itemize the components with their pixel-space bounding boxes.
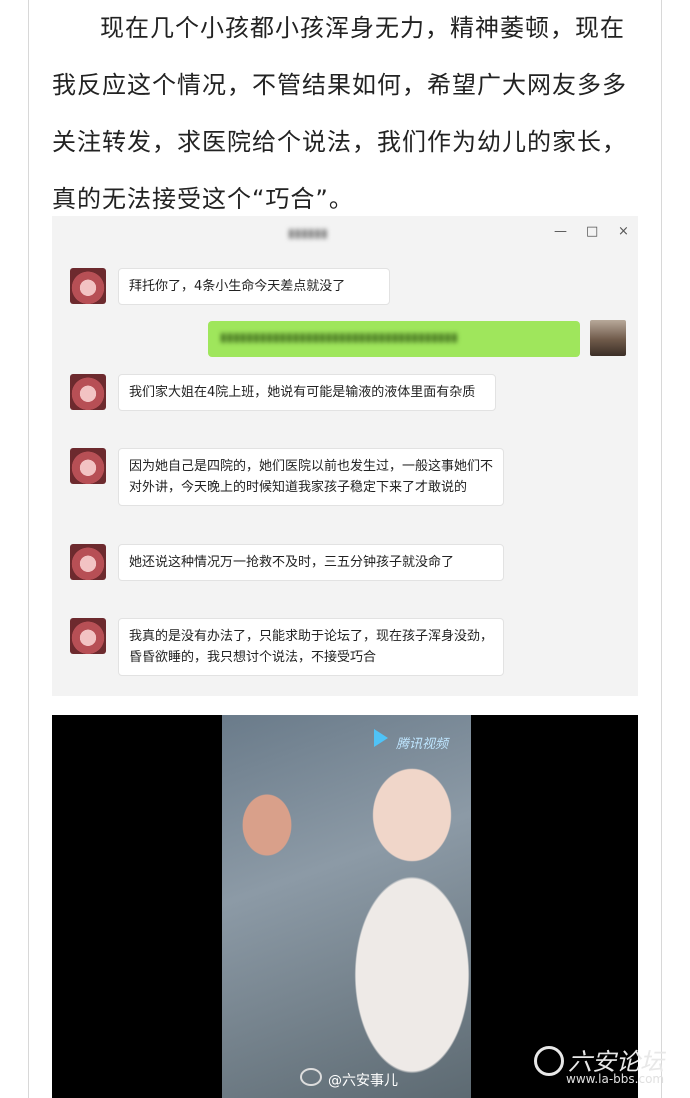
close-icon[interactable]: × [618, 224, 629, 239]
weibo-watermark: @六安事儿 [328, 1073, 398, 1089]
video-frame [222, 715, 471, 1098]
video-player[interactable]: 腾讯视频 [52, 715, 638, 1098]
contact-avatar [70, 544, 106, 580]
chat-message-self-blurred: ▮▮▮▮▮▮▮▮▮▮▮▮▮▮▮▮▮▮▮▮▮▮▮▮▮▮▮▮▮▮▮▮▮▮▮▮ [208, 321, 580, 357]
site-url-watermark: www.la-bbs.com [566, 1072, 665, 1086]
article-paragraph: 现在几个小孩都小孩浑身无力，精神萎顿，现在我反应这个情况，不管结果如何，希望广大… [52, 0, 647, 228]
minimize-icon[interactable]: — [554, 224, 567, 239]
self-avatar [590, 320, 626, 356]
article-text: 现在几个小孩都小孩浑身无力，精神萎顿，现在我反应这个情况，不管结果如何，希望广大… [52, 14, 627, 213]
chat-message: 我们家大姐在4院上班，她说有可能是输液的液体里面有杂质 [118, 374, 496, 411]
maximize-icon[interactable]: □ [586, 224, 598, 239]
chat-message: 她还说这种情况万一抢救不及时，三五分钟孩子就没命了 [118, 544, 504, 581]
chat-message: 因为她自己是四院的，她们医院以前也发生过，一般这事她们不对外讲，今天晚上的时候知… [118, 448, 504, 506]
chat-titlebar: ▮▮▮▮▮▮ — □ × [52, 216, 638, 250]
contact-avatar [70, 448, 106, 484]
contact-avatar [70, 374, 106, 410]
chat-message: 我真的是没有办法了，只能求助于论坛了，现在孩子浑身没劲，昏昏欲睡的，我只想讨个说… [118, 618, 504, 676]
weibo-icon [300, 1068, 322, 1086]
contact-avatar [70, 268, 106, 304]
video-source-label: 腾讯视频 [396, 737, 449, 752]
chat-title-blurred: ▮▮▮▮▮▮ [288, 226, 328, 240]
site-logo-icon [534, 1046, 564, 1076]
chat-message: 拜托你了，4条小生命今天差点就没了 [118, 268, 390, 305]
play-icon[interactable] [374, 729, 388, 747]
chat-screenshot: ▮▮▮▮▮▮ — □ × 拜托你了，4条小生命今天差点就没了 ▮▮▮▮▮▮▮▮▮… [52, 216, 638, 696]
contact-avatar [70, 618, 106, 654]
